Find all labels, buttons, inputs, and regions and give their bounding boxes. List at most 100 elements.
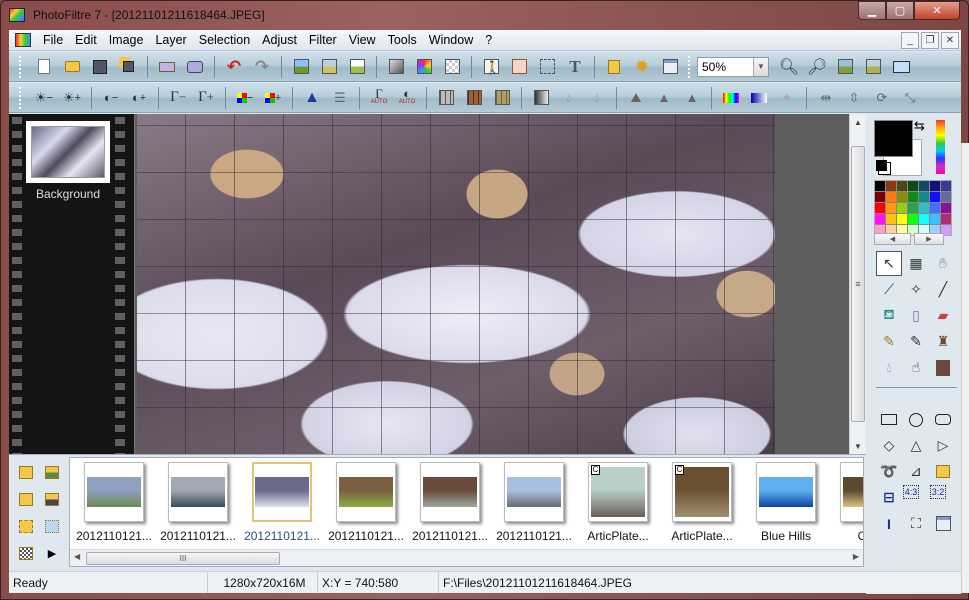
magic-wand-icon[interactable]: ✧ xyxy=(903,277,929,302)
text-select-icon[interactable]: I xyxy=(876,511,902,536)
play-icon[interactable]: ▶ xyxy=(39,540,65,567)
doc-restore-button[interactable]: ❐ xyxy=(921,32,939,49)
title-bar[interactable]: PhotoFiltre 7 - [20121101211618464.JPEG]… xyxy=(1,1,968,29)
clone-stamp-icon[interactable]: ♜ xyxy=(930,329,956,354)
brightness-minus-icon[interactable]: ☀ − xyxy=(32,87,56,109)
fit-window-icon[interactable] xyxy=(833,56,857,78)
paste-icon[interactable] xyxy=(317,56,341,78)
thumbnail-frame[interactable] xyxy=(252,462,312,522)
transparency-icon[interactable] xyxy=(440,56,464,78)
doc-minimize-button[interactable]: _ xyxy=(901,32,919,49)
transform-icon[interactable]: ⤡ xyxy=(898,87,922,109)
saturation-plus-icon[interactable]: + xyxy=(261,87,285,109)
palette-swatch[interactable] xyxy=(941,181,951,191)
thumbnail-item[interactable]: 2012110121... xyxy=(410,462,490,543)
auto-contrast-icon[interactable]: ◐ AUTO xyxy=(395,87,419,109)
undo-icon[interactable]: ↶ xyxy=(222,56,246,78)
arrow-icon[interactable]: ▷ xyxy=(930,433,956,458)
palette-swatch[interactable] xyxy=(930,214,940,224)
select-icon[interactable]: ↖ xyxy=(876,251,902,276)
menu-adjust[interactable]: Adjust xyxy=(256,33,303,47)
rectangle-icon[interactable] xyxy=(876,407,902,432)
folder-select-icon[interactable] xyxy=(13,513,39,540)
duplicate-icon[interactable] xyxy=(345,56,369,78)
thumbnail-item[interactable]: 2012110121... xyxy=(494,462,574,543)
scroll-down-icon[interactable]: ▼ xyxy=(850,438,866,454)
palette-swatch[interactable] xyxy=(875,192,885,202)
blur-drop-icon[interactable]: 💧︎ xyxy=(876,355,902,380)
folder-tree-icon[interactable] xyxy=(13,459,39,486)
flip-h-icon[interactable]: ⇹ xyxy=(814,87,838,109)
contrast-plus-icon[interactable]: ◐ + xyxy=(127,87,151,109)
thumbnail-item[interactable]: Blue Hills xyxy=(746,462,826,543)
folder-image-icon[interactable] xyxy=(39,459,65,486)
palette-swatch[interactable] xyxy=(875,214,885,224)
color-palette-icon[interactable] xyxy=(412,56,436,78)
picker-window-icon[interactable]: ▦ xyxy=(903,251,929,276)
menu-file[interactable]: File xyxy=(37,33,69,47)
explorer-icon[interactable] xyxy=(602,56,626,78)
foreground-color[interactable] xyxy=(874,120,913,157)
advanced-brush-icon[interactable]: ✎ xyxy=(903,329,929,354)
selection-fixed-icon[interactable]: ⊟ xyxy=(876,485,902,510)
palette-swatch[interactable] xyxy=(941,203,951,213)
save-as-icon[interactable] xyxy=(116,56,140,78)
zoom-select[interactable]: 50% ▼ xyxy=(697,56,769,77)
reset-colors-icon[interactable] xyxy=(876,160,887,171)
thumbnail-frame[interactable] xyxy=(336,462,396,522)
gradient-icon[interactable] xyxy=(719,87,743,109)
texture1-icon[interactable] xyxy=(434,87,458,109)
thumbnail-frame[interactable] xyxy=(756,462,816,522)
color-spectrum[interactable] xyxy=(936,120,945,174)
palette-swatch[interactable] xyxy=(897,181,907,191)
open-icon[interactable] xyxy=(60,56,84,78)
palette-swatch[interactable] xyxy=(897,203,907,213)
transparency-mask-icon[interactable]: ✦ xyxy=(775,87,799,109)
plugin-icon[interactable]: ✹ xyxy=(630,56,654,78)
toolbar-grip[interactable] xyxy=(19,55,22,78)
menu-tools[interactable]: Tools xyxy=(382,33,423,47)
palette-swatch[interactable] xyxy=(930,192,940,202)
zoom-in-icon[interactable]: 🔍︎ xyxy=(777,56,801,78)
hand-icon[interactable]: ✋︎ xyxy=(930,251,956,276)
close-button[interactable]: ✕ xyxy=(914,1,960,20)
eyedropper-icon[interactable]: ⟋ xyxy=(876,277,902,302)
texture2-icon[interactable] xyxy=(462,87,486,109)
rotate-icon[interactable]: ⟳ xyxy=(870,87,894,109)
thumbnail-horizontal-scrollbar[interactable]: ◀ III ▶ xyxy=(70,549,863,566)
crop-handles-icon[interactable]: ⛶ xyxy=(903,511,929,536)
thumbnail-item[interactable]: C ArticPlate... xyxy=(662,462,742,543)
line-icon[interactable]: ╱ xyxy=(930,277,956,302)
layer-options-icon[interactable] xyxy=(507,56,531,78)
lasso-icon[interactable]: ➰ xyxy=(876,459,902,484)
palette-swatch[interactable] xyxy=(897,192,907,202)
histogram-icon[interactable]: ▲ xyxy=(300,87,324,109)
fullscreen-icon[interactable] xyxy=(889,56,913,78)
palette-next-button[interactable]: ▶ xyxy=(914,233,944,245)
texture3-icon[interactable] xyxy=(490,87,514,109)
brush-icon[interactable]: ✎ xyxy=(876,329,902,354)
thumbnail-frame[interactable] xyxy=(420,462,480,522)
gradient2-icon[interactable] xyxy=(747,87,771,109)
thumbnail-frame[interactable] xyxy=(168,462,228,522)
thumbnail-item[interactable]: Clou xyxy=(830,462,863,543)
menu-view[interactable]: View xyxy=(343,33,382,47)
blur-more-icon[interactable]: 💧︎ xyxy=(585,87,609,109)
palette-swatch[interactable] xyxy=(886,214,896,224)
menu-edit[interactable]: Edit xyxy=(69,33,103,47)
save-icon[interactable] xyxy=(88,56,112,78)
app-icon[interactable] xyxy=(9,8,25,22)
ellipse-icon[interactable] xyxy=(903,407,929,432)
spray-icon[interactable]: ▯ xyxy=(903,303,929,328)
image-canvas[interactable] xyxy=(137,114,775,454)
palette-swatch[interactable] xyxy=(875,181,885,191)
saturation-minus-icon[interactable]: − xyxy=(233,87,257,109)
ratio-43-icon[interactable]: 4:3 xyxy=(903,485,919,499)
thumbnail-frame[interactable] xyxy=(84,462,144,522)
scroll-up-icon[interactable]: ▲ xyxy=(850,114,866,130)
palette-swatch[interactable] xyxy=(897,214,907,224)
new-icon[interactable] xyxy=(32,56,56,78)
folder-shape-icon[interactable] xyxy=(930,459,956,484)
tools-panel-scrollbar[interactable] xyxy=(961,143,969,593)
menu-selection[interactable]: Selection xyxy=(193,33,256,47)
